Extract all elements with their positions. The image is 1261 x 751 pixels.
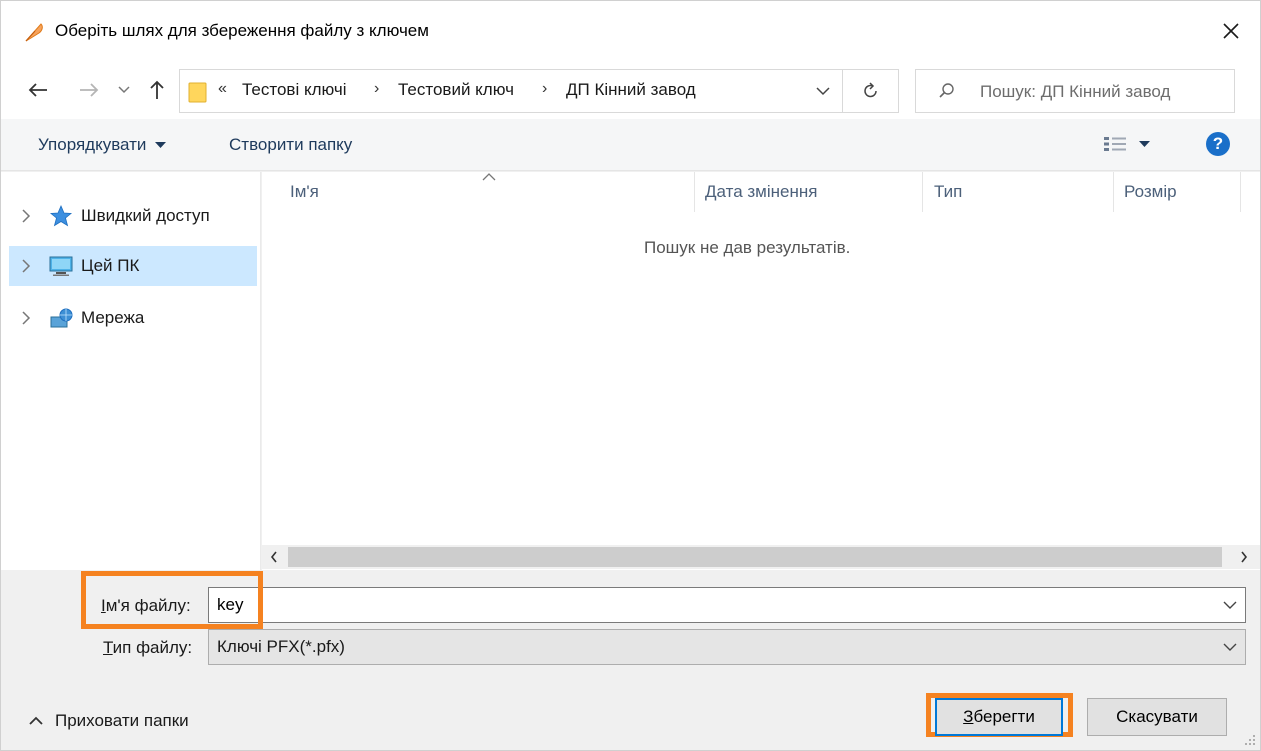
feather-pen-icon [25, 23, 43, 42]
filename-highlight-box [81, 571, 263, 629]
new-folder-button[interactable]: Створити папку [229, 135, 352, 155]
breadcrumb-item[interactable]: Тестовий ключ [398, 80, 514, 100]
chevron-right-icon [1241, 551, 1248, 563]
chevron-down-icon [118, 86, 130, 94]
search-box[interactable]: Пошук: ДП Кінний завод [915, 69, 1235, 113]
column-header-date[interactable]: Дата змінення [705, 182, 817, 202]
filetype-select[interactable]: Ключі PFX(*.pfx) [208, 629, 1246, 665]
file-list: Ім'я Дата змінення Тип Розмір Пошук не д… [262, 172, 1260, 570]
sidebar-item-network[interactable]: Мережа [9, 298, 257, 338]
column-divider[interactable] [922, 172, 923, 212]
chevron-right-icon[interactable] [21, 208, 31, 224]
breadcrumb-item[interactable]: ДП Кінний завод [566, 80, 696, 100]
scroll-left-button[interactable] [264, 547, 284, 567]
horizontal-scrollbar[interactable] [262, 545, 1260, 569]
filetype-value: Ключі PFX(*.pfx) [217, 637, 345, 656]
hide-folders-button[interactable]: Приховати папки [29, 711, 189, 731]
chevron-down-icon [1223, 643, 1237, 651]
organize-label: Упорядкувати [38, 135, 147, 154]
search-placeholder: Пошук: ДП Кінний завод [980, 82, 1171, 101]
chevron-up-icon [29, 716, 43, 725]
column-header-size[interactable]: Розмір [1124, 182, 1177, 202]
sort-ascending-icon [482, 173, 496, 181]
filetype-label: Тип файлу: [103, 638, 193, 657]
forward-button[interactable] [73, 75, 105, 105]
chevron-right-icon[interactable] [21, 310, 31, 326]
back-button[interactable] [21, 75, 55, 105]
sidebar-item-label: Мережа [81, 308, 145, 327]
save-button[interactable]: Зберегти [935, 698, 1063, 736]
resize-grip-icon[interactable] [1244, 734, 1256, 746]
organize-button[interactable]: Упорядкувати [38, 135, 167, 155]
column-header-name[interactable]: Ім'я [290, 182, 319, 202]
column-divider[interactable] [1240, 172, 1241, 212]
chevron-down-icon[interactable] [816, 82, 830, 100]
search-icon [939, 83, 954, 98]
close-button[interactable] [1202, 1, 1260, 61]
computer-icon [49, 256, 73, 276]
folder-icon [188, 82, 207, 103]
scrollbar-thumb[interactable] [288, 547, 1222, 567]
chevron-left-icon [270, 551, 277, 563]
breadcrumb-overflow[interactable]: « [218, 80, 227, 98]
title-bar: Оберіть шлях для збереження файлу з ключ… [1, 1, 1260, 61]
recent-locations-button[interactable] [113, 75, 135, 105]
sidebar-item-quick-access[interactable]: Швидкий доступ [9, 196, 257, 236]
breadcrumb-item[interactable]: Тестові ключі [242, 80, 347, 100]
chevron-right-icon[interactable] [21, 258, 31, 274]
breadcrumb-separator[interactable]: › [374, 80, 379, 98]
arrow-left-icon [28, 83, 47, 97]
network-icon [50, 308, 73, 328]
view-options-button[interactable] [1103, 136, 1150, 152]
caret-down-icon [155, 141, 167, 148]
refresh-button[interactable] [843, 69, 899, 113]
address-bar[interactable]: « Тестові ключі › Тестовий ключ › ДП Кін… [179, 69, 843, 113]
hide-folders-label: Приховати папки [55, 711, 189, 730]
arrow-up-icon [150, 80, 164, 99]
up-button[interactable] [143, 75, 171, 105]
sidebar-item-label: Швидкий доступ [81, 206, 210, 225]
close-icon [1223, 23, 1239, 39]
command-toolbar: Упорядкувати Створити папку ? [1, 119, 1260, 171]
navigation-pane: Швидкий доступ Цей ПК Мережа [1, 172, 261, 570]
empty-results-message: Пошук не дав результатів. [644, 238, 851, 257]
column-header-type[interactable]: Тип [934, 182, 962, 202]
navigation-bar: « Тестові ключі › Тестовий ключ › ДП Кін… [1, 61, 1260, 119]
cancel-button[interactable]: Скасувати [1087, 698, 1227, 736]
window-title: Оберіть шлях для збереження файлу з ключ… [55, 21, 429, 40]
breadcrumb-separator[interactable]: › [542, 80, 547, 98]
column-divider[interactable] [694, 172, 695, 212]
arrow-right-icon [80, 83, 99, 97]
sidebar-item-this-pc[interactable]: Цей ПК [9, 246, 257, 286]
chevron-down-icon[interactable] [1223, 597, 1237, 613]
details-view-icon [1104, 137, 1126, 151]
refresh-icon [863, 82, 877, 98]
scroll-right-button[interactable] [1234, 547, 1254, 567]
star-icon [49, 205, 73, 227]
caret-down-icon [1139, 140, 1150, 147]
help-icon[interactable]: ? [1206, 132, 1230, 156]
save-file-dialog: Оберіть шлях для збереження файлу з ключ… [0, 0, 1261, 751]
column-divider[interactable] [1113, 172, 1114, 212]
filename-field[interactable]: key [208, 587, 1246, 623]
sidebar-item-label: Цей ПК [81, 256, 140, 275]
